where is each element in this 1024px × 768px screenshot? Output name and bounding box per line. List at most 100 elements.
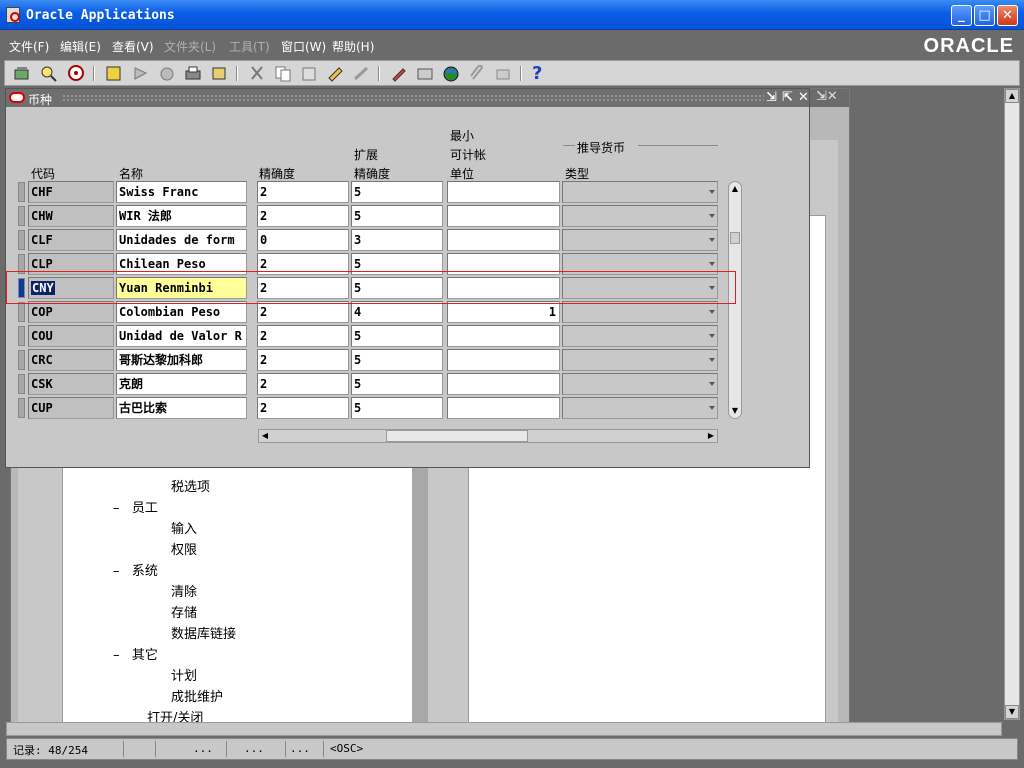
close-button[interactable]: ✕ bbox=[997, 5, 1018, 26]
save-icon[interactable] bbox=[105, 65, 123, 82]
cell-ext-precision[interactable]: 5 bbox=[351, 325, 443, 347]
scroll-down-icon[interactable]: ▼ bbox=[730, 406, 740, 416]
navigator-icon[interactable] bbox=[67, 65, 85, 82]
scroll-thumb[interactable] bbox=[730, 232, 740, 244]
columns-horizontal-scrollbar[interactable]: ◀ ▶ bbox=[258, 429, 718, 443]
new-record-icon[interactable] bbox=[13, 65, 31, 82]
tree-item[interactable]: 权限 bbox=[171, 539, 197, 558]
tree-item[interactable]: 计划 bbox=[171, 665, 197, 684]
cell-type-select[interactable] bbox=[562, 229, 718, 251]
cell-precision[interactable]: 2 bbox=[257, 301, 349, 323]
cell-code[interactable]: CLF bbox=[28, 229, 114, 251]
cell-precision[interactable]: 2 bbox=[257, 325, 349, 347]
folder-tools-icon[interactable] bbox=[494, 65, 512, 82]
cell-precision[interactable]: 2 bbox=[257, 349, 349, 371]
cell-ext-precision[interactable]: 5 bbox=[351, 181, 443, 203]
clear-record-icon[interactable] bbox=[326, 65, 344, 82]
cell-code[interactable]: CHW bbox=[28, 205, 114, 227]
cell-min-unit[interactable] bbox=[447, 349, 560, 371]
table-row[interactable]: CHW WIR 法郎 2 5 bbox=[6, 205, 811, 227]
copy-icon[interactable] bbox=[274, 65, 292, 82]
minimize-form-icon[interactable]: ⇲ bbox=[766, 90, 777, 105]
menu-edit[interactable]: 编辑(E) bbox=[60, 38, 101, 55]
cell-code[interactable]: CHF bbox=[28, 181, 114, 203]
delete-icon[interactable] bbox=[352, 65, 370, 82]
cell-type-select[interactable] bbox=[562, 349, 718, 371]
tree-item[interactable]: 清除 bbox=[171, 581, 197, 600]
tree-item[interactable]: 存储 bbox=[171, 602, 197, 621]
main-vertical-scrollbar[interactable]: ▲ ▼ bbox=[1004, 88, 1020, 720]
cell-precision[interactable]: 2 bbox=[257, 181, 349, 203]
print-icon[interactable] bbox=[184, 65, 202, 82]
navigator-splitter[interactable] bbox=[412, 440, 428, 722]
scroll-down-icon[interactable]: ▼ bbox=[1005, 705, 1019, 719]
cell-precision[interactable]: 2 bbox=[257, 397, 349, 419]
cell-type-select[interactable] bbox=[562, 301, 718, 323]
close-form-button[interactable]: ✕ bbox=[798, 90, 809, 105]
menu-folder[interactable]: 文件夹(L) bbox=[164, 38, 216, 55]
cell-code[interactable]: CUP bbox=[28, 397, 114, 419]
cell-precision[interactable]: 0 bbox=[257, 229, 349, 251]
scroll-up-icon[interactable]: ▲ bbox=[1005, 89, 1019, 103]
table-row[interactable]: CHF Swiss Franc 2 5 bbox=[6, 181, 811, 203]
scroll-thumb[interactable] bbox=[386, 430, 528, 442]
cell-min-unit[interactable] bbox=[447, 205, 560, 227]
table-row[interactable]: CRC 哥斯达黎加科郎 2 5 bbox=[6, 349, 811, 371]
cut-icon[interactable] bbox=[248, 65, 266, 82]
cell-min-unit[interactable] bbox=[447, 181, 560, 203]
cell-ext-precision[interactable]: 3 bbox=[351, 229, 443, 251]
tree-item[interactable]: – 员工 bbox=[113, 497, 158, 516]
tree-item[interactable]: 税选项 bbox=[171, 476, 210, 495]
find-icon[interactable] bbox=[40, 65, 58, 82]
cell-min-unit[interactable]: 1 bbox=[447, 301, 560, 323]
cell-name[interactable]: 古巴比索 bbox=[116, 397, 247, 419]
maximize-form-icon[interactable]: ⇱ bbox=[782, 90, 793, 105]
zoom-icon[interactable] bbox=[416, 65, 434, 82]
switch-responsibility-icon[interactable] bbox=[158, 65, 176, 82]
table-row[interactable]: CSK 克朗 2 5 bbox=[6, 373, 811, 395]
translations-icon[interactable] bbox=[442, 65, 460, 82]
cell-min-unit[interactable] bbox=[447, 373, 560, 395]
attachments-icon[interactable] bbox=[468, 64, 486, 82]
cell-min-unit[interactable] bbox=[447, 397, 560, 419]
menu-file[interactable]: 文件(F) bbox=[9, 38, 49, 55]
cell-name[interactable]: Colombian Peso bbox=[116, 301, 247, 323]
paste-icon[interactable] bbox=[300, 65, 318, 82]
cell-ext-precision[interactable]: 5 bbox=[351, 397, 443, 419]
navigator-window-controls-icon[interactable]: ⇲✕ bbox=[816, 89, 838, 104]
tree-item[interactable]: 成批维护 bbox=[171, 686, 223, 705]
cell-type-select[interactable] bbox=[562, 181, 718, 203]
menu-view[interactable]: 查看(V) bbox=[112, 38, 154, 55]
cell-ext-precision[interactable]: 5 bbox=[351, 205, 443, 227]
tree-item[interactable]: – 其它 bbox=[113, 644, 158, 663]
next-step-icon[interactable] bbox=[132, 65, 150, 82]
edit-field-icon[interactable] bbox=[390, 65, 408, 82]
cell-type-select[interactable] bbox=[562, 373, 718, 395]
cell-name[interactable]: WIR 法郎 bbox=[116, 205, 247, 227]
cell-name[interactable]: 克朗 bbox=[116, 373, 247, 395]
table-row[interactable]: COP Colombian Peso 2 4 1 bbox=[6, 301, 811, 323]
tree-item[interactable]: 数据库链接 bbox=[171, 623, 236, 642]
close-form-icon[interactable] bbox=[210, 65, 228, 82]
help-icon[interactable]: ? bbox=[532, 65, 550, 83]
table-row[interactable]: CUP 古巴比索 2 5 bbox=[6, 397, 811, 419]
scroll-right-icon[interactable]: ▶ bbox=[705, 430, 717, 442]
cell-ext-precision[interactable]: 5 bbox=[351, 349, 443, 371]
maximize-button[interactable]: □ bbox=[974, 5, 995, 26]
cell-type-select[interactable] bbox=[562, 205, 718, 227]
tree-item[interactable]: 输入 bbox=[171, 518, 197, 537]
scroll-left-icon[interactable]: ◀ bbox=[259, 430, 271, 442]
tree-item[interactable]: – 系统 bbox=[113, 560, 158, 579]
cell-ext-precision[interactable]: 4 bbox=[351, 301, 443, 323]
cell-precision[interactable]: 2 bbox=[257, 205, 349, 227]
scroll-up-icon[interactable]: ▲ bbox=[730, 184, 740, 194]
menu-help[interactable]: 帮助(H) bbox=[332, 38, 374, 55]
table-row[interactable]: COU Unidad de Valor R 2 5 bbox=[6, 325, 811, 347]
cell-code[interactable]: COP bbox=[28, 301, 114, 323]
cell-name[interactable]: Swiss Franc bbox=[116, 181, 247, 203]
cell-ext-precision[interactable]: 5 bbox=[351, 373, 443, 395]
menu-window[interactable]: 窗口(W) bbox=[281, 38, 326, 55]
cell-code[interactable]: COU bbox=[28, 325, 114, 347]
cell-name[interactable]: Unidad de Valor R bbox=[116, 325, 247, 347]
cell-precision[interactable]: 2 bbox=[257, 373, 349, 395]
